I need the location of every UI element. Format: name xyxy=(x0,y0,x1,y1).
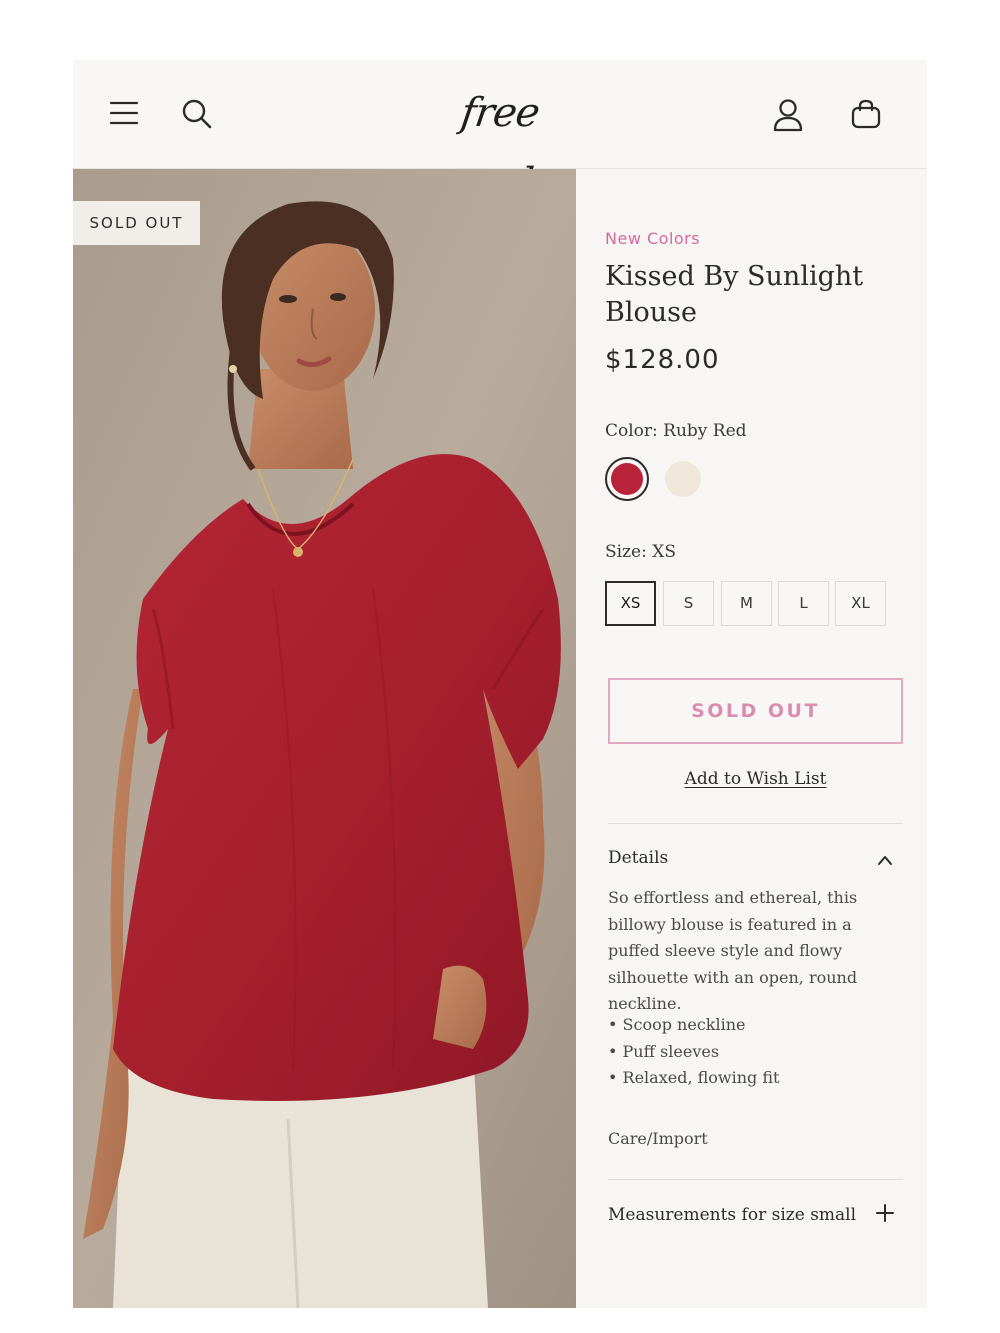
size-label: Size: XS xyxy=(605,542,676,562)
model-photo xyxy=(73,169,576,1308)
plus-icon[interactable] xyxy=(875,1203,895,1227)
details-bullet-list: Scoop neckline Puff sleeves Relaxed, flo… xyxy=(608,1012,908,1092)
size-l-button[interactable]: L xyxy=(778,581,829,626)
sold-out-badge: SOLD OUT xyxy=(73,201,200,245)
size-m-button[interactable]: M xyxy=(721,581,772,626)
chevron-up-icon[interactable] xyxy=(877,851,893,870)
new-colors-tag: New Colors xyxy=(605,229,701,248)
product-price: $128.00 xyxy=(605,345,720,375)
bag-icon[interactable] xyxy=(850,98,882,130)
color-label: Color: Ruby Red xyxy=(605,421,747,441)
site-header: free people xyxy=(73,60,927,206)
add-to-wishlist-link[interactable]: Add to Wish List xyxy=(608,769,903,789)
sold-out-button[interactable]: SOLD OUT xyxy=(608,678,903,744)
size-s-button[interactable]: S xyxy=(663,581,714,626)
brand-logo[interactable]: free people xyxy=(395,78,605,206)
size-xl-button[interactable]: XL xyxy=(835,581,886,626)
details-accordion-header[interactable]: Details xyxy=(608,848,903,872)
measurements-label: Measurements for size small xyxy=(608,1205,857,1225)
product-page: free people xyxy=(73,60,927,1308)
divider xyxy=(608,823,903,824)
account-icon[interactable] xyxy=(772,98,804,132)
product-info-panel: New Colors Kissed By Sunlight Blouse $12… xyxy=(576,169,927,1308)
bullet-item: Relaxed, flowing fit xyxy=(608,1065,908,1092)
details-title: Details xyxy=(608,848,669,868)
measurements-accordion-header[interactable]: Measurements for size small xyxy=(608,1203,903,1229)
bullet-item: Scoop neckline xyxy=(608,1012,908,1039)
details-description: So effortless and ethereal, this billowy… xyxy=(608,888,858,1013)
product-image[interactable]: SOLD OUT xyxy=(73,169,576,1308)
swatch-ruby-red[interactable] xyxy=(605,457,649,501)
bullet-item: Puff sleeves xyxy=(608,1039,908,1066)
product-title: Kissed By Sunlight Blouse xyxy=(605,261,864,328)
divider xyxy=(608,1179,903,1180)
menu-icon[interactable] xyxy=(109,100,139,126)
search-icon[interactable] xyxy=(181,98,213,130)
swatch-ruby-red-fill xyxy=(611,463,643,495)
size-xs-button[interactable]: XS xyxy=(605,581,656,626)
care-import-link[interactable]: Care/Import xyxy=(608,1129,708,1148)
swatch-cream[interactable] xyxy=(665,461,701,497)
